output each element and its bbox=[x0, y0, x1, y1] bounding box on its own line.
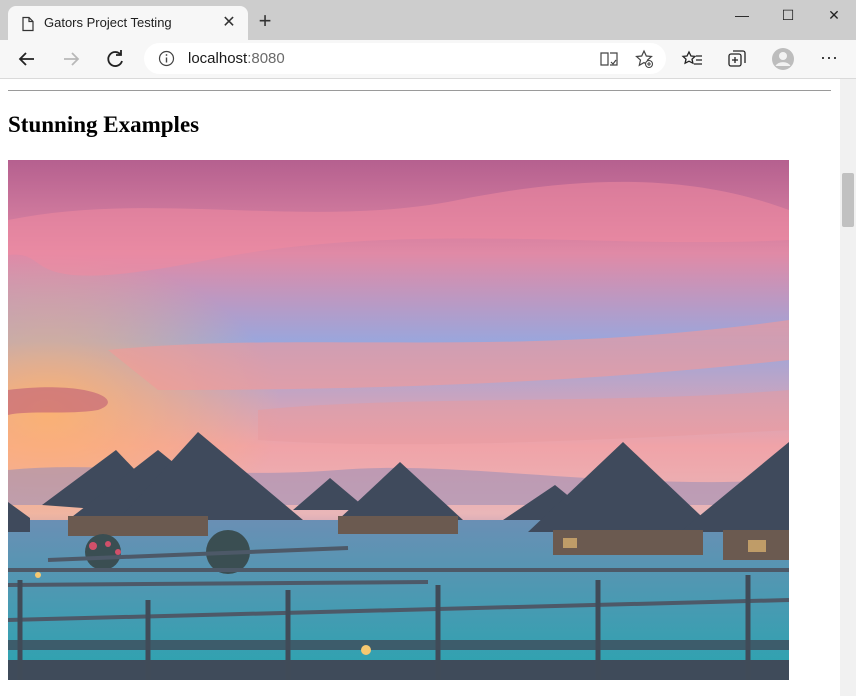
immersive-reader-icon[interactable] bbox=[599, 50, 619, 68]
browser-tab[interactable]: Gators Project Testing ✕ bbox=[8, 6, 248, 40]
address-bar[interactable]: localhost:8080 bbox=[144, 43, 666, 74]
page-heading: Stunning Examples bbox=[8, 112, 200, 137]
more-options-icon[interactable]: ··· bbox=[816, 46, 842, 72]
favorites-list-icon[interactable] bbox=[680, 46, 706, 72]
vertical-scrollbar[interactable] bbox=[840, 79, 856, 696]
bungalow-sunset-photo bbox=[8, 160, 789, 680]
reload-icon[interactable] bbox=[102, 46, 128, 72]
profile-avatar-icon[interactable] bbox=[770, 46, 796, 72]
close-window-icon[interactable]: ✕ bbox=[812, 2, 856, 30]
url-text: localhost:8080 bbox=[188, 50, 285, 67]
minimize-icon[interactable]: — bbox=[720, 2, 764, 30]
favorite-star-icon[interactable] bbox=[634, 49, 654, 69]
browser-toolbar: localhost:8080 ··· bbox=[0, 40, 856, 79]
close-tab-icon[interactable]: ✕ bbox=[220, 14, 238, 32]
page-icon bbox=[22, 16, 34, 32]
back-arrow-icon[interactable] bbox=[14, 46, 40, 72]
photo-illustration bbox=[8, 160, 789, 680]
info-icon[interactable] bbox=[158, 50, 175, 67]
horizontal-rule bbox=[8, 90, 831, 91]
maximize-icon[interactable]: ☐ bbox=[766, 2, 810, 30]
tab-strip: Gators Project Testing ✕ + — ☐ ✕ bbox=[0, 0, 856, 40]
new-tab-icon[interactable]: + bbox=[254, 10, 276, 32]
scrollbar-thumb[interactable] bbox=[842, 173, 854, 227]
page-content: Stunning Examples bbox=[0, 79, 840, 696]
tab-title: Gators Project Testing bbox=[44, 15, 172, 30]
collections-icon[interactable] bbox=[724, 46, 750, 72]
forward-arrow-icon[interactable] bbox=[58, 46, 84, 72]
